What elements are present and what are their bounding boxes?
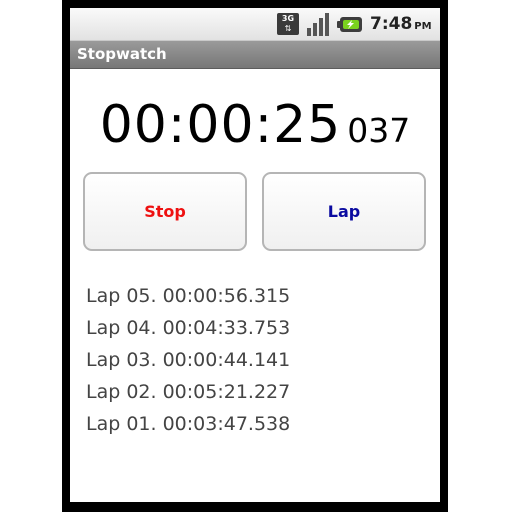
app-title: Stopwatch — [77, 45, 167, 63]
signal-strength-icon — [307, 13, 329, 36]
app-title-bar: Stopwatch — [70, 41, 440, 69]
elapsed-time-display: 00:00:25 037 — [70, 90, 440, 160]
lap-item: Lap 04. 00:04:33.753 — [86, 317, 291, 339]
battery-charging-icon — [337, 17, 362, 32]
stop-button[interactable]: Stop — [83, 172, 247, 251]
phone-screen: 3G ⇅ 7:48 PM Stopwatch 00:00:25 037 Stop L… — [70, 8, 440, 502]
status-bar: 3G ⇅ 7:48 PM — [70, 8, 440, 41]
network-type-label: 3G — [281, 14, 295, 23]
lap-item: Lap 03. 00:00:44.141 — [86, 349, 291, 371]
lap-item: Lap 05. 00:00:56.315 — [86, 285, 291, 307]
lap-button[interactable]: Lap — [262, 172, 426, 251]
elapsed-time-milliseconds: 037 — [347, 111, 411, 150]
lap-item: Lap 02. 00:05:21.227 — [86, 381, 291, 403]
lap-list: Lap 05. 00:00:56.315 Lap 04. 00:04:33.75… — [86, 280, 426, 440]
status-clock: 7:48 PM — [370, 13, 432, 35]
data-arrows: ⇅ — [284, 24, 292, 33]
clock-ampm: PM — [414, 21, 432, 32]
lap-item: Lap 01. 00:03:47.538 — [86, 413, 291, 435]
clock-time: 7:48 — [370, 14, 413, 34]
3g-data-icon: 3G ⇅ — [277, 13, 299, 35]
elapsed-time-main: 00:00:25 — [99, 95, 342, 155]
